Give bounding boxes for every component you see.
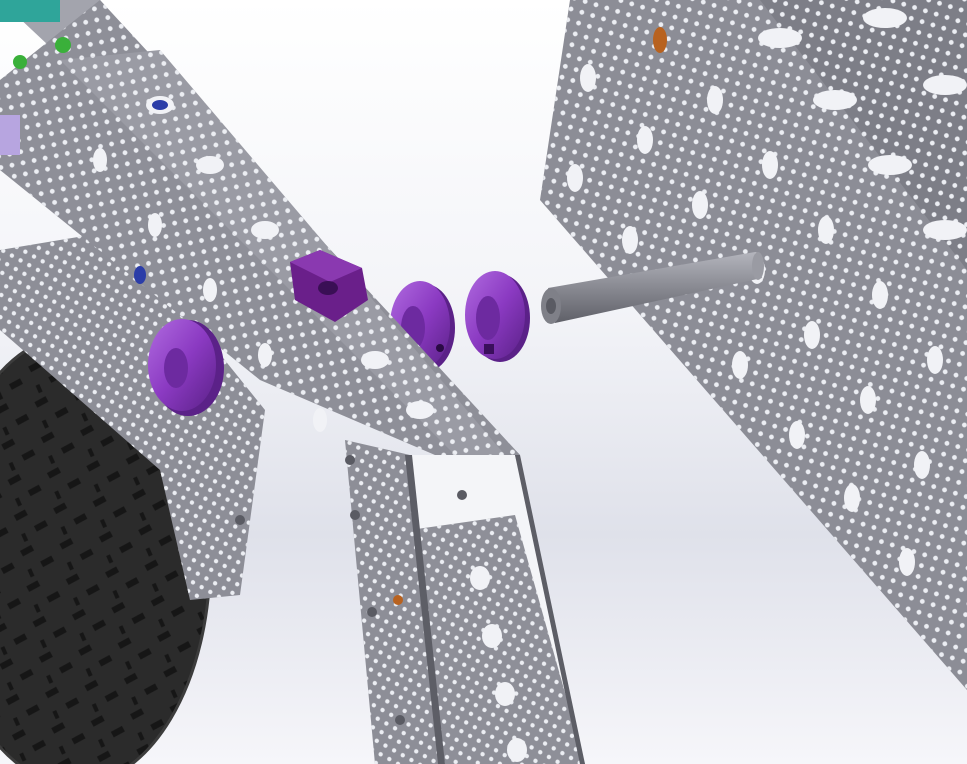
- teal-part: [0, 0, 60, 22]
- lilac-part: [0, 115, 20, 155]
- green-part: [55, 37, 71, 53]
- blue-part: [152, 100, 168, 110]
- vertical-leg-channel[interactable]: [345, 440, 585, 764]
- right-channel-frame[interactable]: [540, 0, 967, 690]
- bronze-bushing[interactable]: [653, 27, 667, 53]
- cad-scene[interactable]: [0, 0, 967, 764]
- bronze-bushing[interactable]: [393, 595, 403, 605]
- shaft-collar[interactable]: [465, 271, 530, 362]
- cad-viewport[interactable]: [0, 0, 967, 764]
